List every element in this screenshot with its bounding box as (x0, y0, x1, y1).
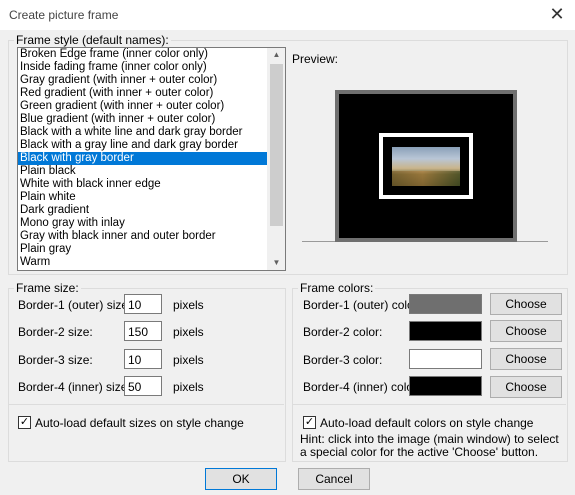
scroll-thumb[interactable] (270, 64, 283, 226)
frame-style-item[interactable]: Plain gray (18, 243, 285, 256)
list-scrollbar[interactable]: ▲ ▼ (267, 48, 285, 270)
frame-style-item[interactable]: Black with gray border (18, 152, 285, 165)
border-3-size-unit: pixels (173, 353, 204, 367)
frame-style-item[interactable]: Black with a gray line and dark gray bor… (18, 139, 285, 152)
preview-border-3 (379, 133, 473, 199)
ok-button[interactable]: OK (205, 468, 277, 490)
frame-style-item[interactable]: Broken Edge frame (inner color only) (18, 48, 285, 61)
cancel-button[interactable]: Cancel (298, 468, 370, 490)
border-1-choose-button[interactable]: Choose (490, 293, 562, 315)
frame-style-item[interactable]: Plain black (18, 165, 285, 178)
frame-style-item[interactable]: Warm (18, 256, 285, 269)
preview-border-1 (335, 90, 517, 242)
border-3-size-label: Border-3 size: (18, 353, 93, 367)
frame-style-item[interactable]: Dark gradient (18, 204, 285, 217)
frame-style-item[interactable]: Gray gradient (with inner + outer color) (18, 74, 285, 87)
border-1-color-label: Border-1 (outer) color: (303, 298, 422, 312)
preview-label: Preview: (292, 52, 339, 66)
border-1-color-swatch (409, 294, 482, 314)
frame-colors-label: Frame colors: (298, 281, 376, 295)
autoload-colors-checkbox[interactable]: ✓ (303, 416, 316, 429)
border-3-choose-button[interactable]: Choose (490, 348, 562, 370)
size-checkbox-divider (8, 404, 284, 405)
frame-style-item[interactable]: Plain white (18, 191, 285, 204)
frame-style-list[interactable]: Broken Edge frame (inner color only) Insi… (17, 47, 286, 271)
frame-style-item[interactable]: White with black inner edge (18, 178, 285, 191)
frame-style-item[interactable]: Black with a white line and dark gray bo… (18, 126, 285, 139)
frame-style-item[interactable]: Gray with black inner and outer border (18, 230, 285, 243)
border-4-size-input[interactable]: 50 (124, 376, 162, 396)
scroll-down-icon[interactable]: ▼ (268, 256, 285, 270)
frame-style-label: Frame style (default names): (14, 33, 171, 47)
border-4-color-swatch (409, 376, 482, 396)
frame-size-group (8, 288, 286, 462)
border-1-size-label: Border-1 (outer) size: (18, 298, 132, 312)
preview-border-2 (339, 94, 513, 238)
border-2-color-swatch (409, 321, 482, 341)
frame-style-item[interactable]: Mono gray with inlay (18, 217, 285, 230)
autoload-sizes-label[interactable]: Auto-load default sizes on style change (35, 416, 244, 430)
border-4-color-label: Border-4 (inner) color: (303, 380, 421, 394)
border-2-size-label: Border-2 size: (18, 325, 93, 339)
title-bar: Create picture frame ✕ (0, 0, 575, 30)
border-2-size-unit: pixels (173, 325, 204, 339)
frame-style-item[interactable]: Inside fading frame (inner color only) (18, 61, 285, 74)
preview-image (392, 147, 460, 186)
frame-style-item[interactable]: Red gradient (with inner + outer color) (18, 87, 285, 100)
border-4-size-unit: pixels (173, 380, 204, 394)
border-1-size-input[interactable]: 10 (124, 294, 162, 314)
preview-area (302, 89, 548, 242)
preview-border-4 (383, 137, 469, 195)
frame-size-label: Frame size: (14, 281, 81, 295)
autoload-colors-label[interactable]: Auto-load default colors on style change (320, 416, 533, 430)
border-2-color-label: Border-2 color: (303, 325, 383, 339)
border-3-size-input[interactable]: 10 (124, 349, 162, 369)
border-3-color-label: Border-3 color: (303, 353, 383, 367)
close-icon[interactable]: ✕ (547, 5, 567, 25)
border-2-size-input[interactable]: 150 (124, 321, 162, 341)
frame-style-item[interactable]: Green gradient (with inner + outer color… (18, 100, 285, 113)
autoload-sizes-checkbox[interactable]: ✓ (18, 416, 31, 429)
border-2-choose-button[interactable]: Choose (490, 320, 562, 342)
hint-text: Hint: click into the image (main window)… (300, 432, 559, 459)
border-4-choose-button[interactable]: Choose (490, 376, 562, 398)
border-4-size-label: Border-4 (inner) size: (18, 380, 131, 394)
border-1-size-unit: pixels (173, 298, 204, 312)
window-title: Create picture frame (9, 8, 119, 22)
color-checkbox-divider (292, 404, 566, 405)
border-3-color-swatch (409, 349, 482, 369)
frame-style-item[interactable]: Blue gradient (with inner + outer color) (18, 113, 285, 126)
scroll-up-icon[interactable]: ▲ (268, 48, 285, 62)
